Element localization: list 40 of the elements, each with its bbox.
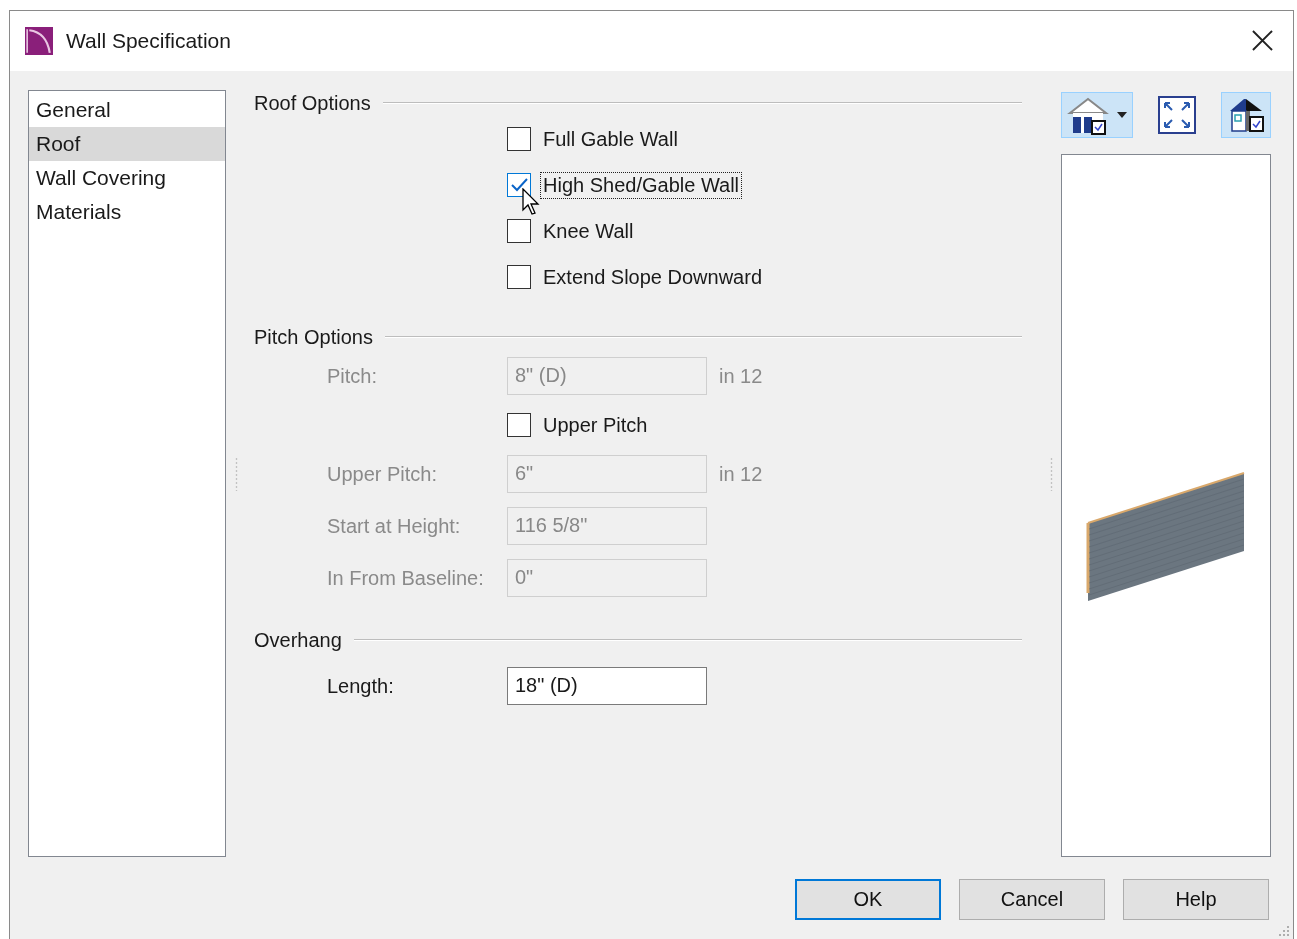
category-item[interactable]: General [29,93,225,127]
field-label: Length: [327,674,395,698]
window-title: Wall Specification [66,29,231,53]
dialog-button[interactable]: Help [1123,879,1269,920]
section-title: Overhang [254,628,342,652]
dialog-button[interactable]: OK [795,879,941,920]
field-label: In From Baseline: [327,566,485,590]
expand-icon [1157,95,1197,135]
checkbox[interactable] [507,265,531,289]
mouse-pointer-icon [522,188,540,216]
section-title: Roof Options [254,91,371,115]
checkbox-label[interactable]: Knee Wall [540,217,637,245]
checkbox-label[interactable]: Full Gable Wall [540,125,681,153]
checkbox-label[interactable]: Extend Slope Downward [540,263,765,291]
checkbox[interactable] [507,127,531,151]
category-item[interactable]: Roof [29,127,225,161]
splitter-handle[interactable] [1050,456,1053,491]
input-field[interactable]: 18" (D) [507,667,707,705]
house-icon [1066,95,1110,135]
resize-grip-icon[interactable] [1278,925,1290,937]
caret-icon [1116,111,1128,119]
category-item[interactable]: Materials [29,195,225,229]
checkbox-label[interactable]: Upper Pitch [540,411,651,439]
checkbox[interactable] [507,413,531,437]
field-label: Pitch: [327,364,379,388]
checkbox[interactable] [507,219,531,243]
house-check-button[interactable] [1221,92,1271,138]
field-label: Upper Pitch: [327,462,439,486]
dialog-button[interactable]: Cancel [959,879,1105,920]
splitter-handle[interactable] [235,456,238,491]
field-label: Start at Height: [327,514,462,538]
section-title: Pitch Options [254,325,373,349]
app-logo-icon [25,27,53,55]
unit-label: in 12 [719,364,763,388]
category-item[interactable]: Wall Covering [29,161,225,195]
house-view-button[interactable] [1061,92,1133,138]
checkbox-label[interactable]: High Shed/Gable Wall [540,171,743,199]
checkbox[interactable] [507,173,531,197]
unit-label: in 12 [719,462,763,486]
close-icon[interactable] [1252,30,1273,51]
